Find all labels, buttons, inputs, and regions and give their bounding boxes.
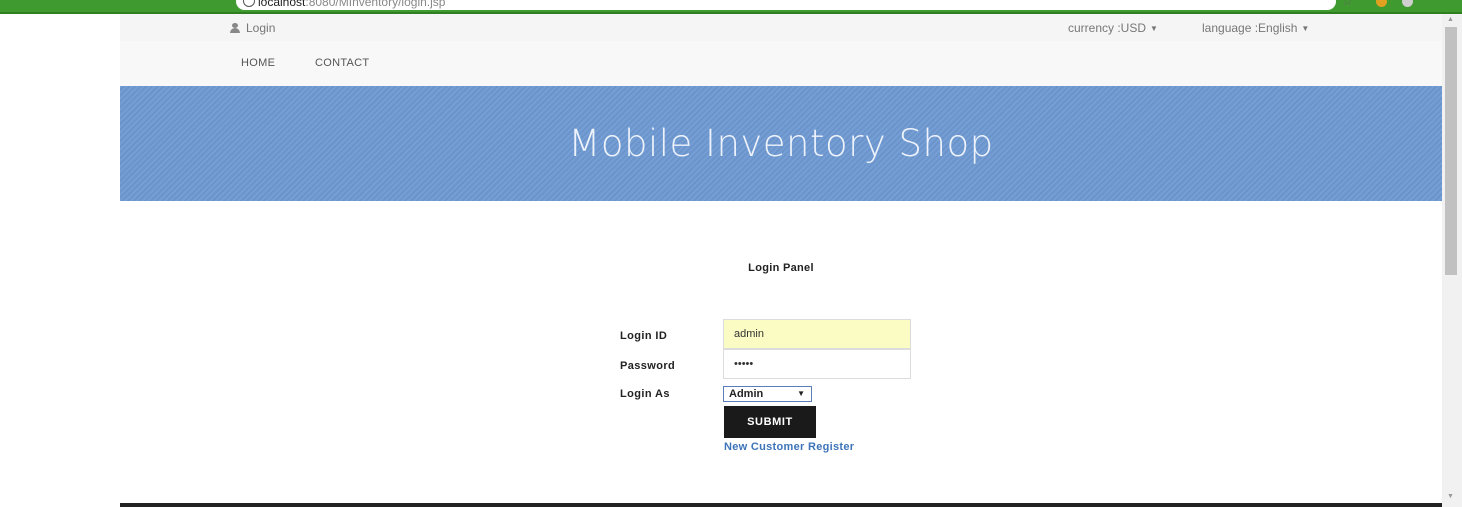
caret-down-icon: ▼ (1150, 24, 1158, 33)
currency-label: currency :USD (1068, 21, 1147, 35)
url-text: localhost:8080/MInventory/login.jsp (258, 0, 446, 9)
login-as-label: Login As (620, 388, 670, 400)
nav-home-link[interactable]: HOME (241, 57, 275, 69)
login-as-select[interactable]: Admin ▼ (723, 386, 812, 402)
scroll-up-arrow-icon[interactable]: ▲ (1447, 16, 1454, 23)
submit-button[interactable]: SUBMIT (724, 406, 816, 438)
password-label: Password (620, 360, 676, 372)
site-title: Mobile Inventory Shop (568, 122, 994, 165)
login-panel-title: Login Panel (748, 262, 814, 274)
language-label: language :English (1202, 21, 1298, 35)
login-id-label: Login ID (620, 330, 668, 342)
footer-strip (120, 503, 1442, 507)
login-link[interactable]: Login (230, 21, 275, 35)
user-icon (230, 23, 240, 33)
caret-down-icon: ▼ (1301, 24, 1310, 33)
extension-icon[interactable] (1376, 0, 1387, 7)
currency-dropdown[interactable]: currency :USD ▼ (1068, 21, 1158, 35)
web-page: Login currency :USD ▼ language :English ▼ … (120, 14, 1442, 507)
browser-toolbar: localhost:8080/MInventory/login.jsp ☆ (0, 0, 1462, 14)
main-nav: HOME CONTACT (120, 41, 1442, 87)
hero-banner: Mobile Inventory Shop (120, 86, 1442, 201)
login-as-selected: Admin (729, 388, 764, 400)
login-id-input[interactable] (723, 319, 911, 349)
scroll-thumb[interactable] (1445, 27, 1457, 275)
dropdown-arrow-icon: ▼ (797, 389, 805, 398)
password-input[interactable] (723, 349, 911, 379)
new-customer-register-link[interactable]: New Customer Register (724, 441, 854, 453)
nav-contact-link[interactable]: CONTACT (315, 57, 369, 69)
profile-icon[interactable] (1402, 0, 1413, 7)
scroll-down-arrow-icon[interactable]: ▼ (1447, 493, 1454, 500)
vertical-scrollbar[interactable]: ▲ ▼ (1442, 14, 1462, 507)
top-bar: Login currency :USD ▼ language :English ▼ (120, 14, 1442, 41)
login-link-label: Login (246, 21, 276, 35)
language-dropdown[interactable]: language :English ▼ (1202, 21, 1309, 35)
bookmark-star-icon[interactable]: ☆ (1342, 0, 1353, 8)
